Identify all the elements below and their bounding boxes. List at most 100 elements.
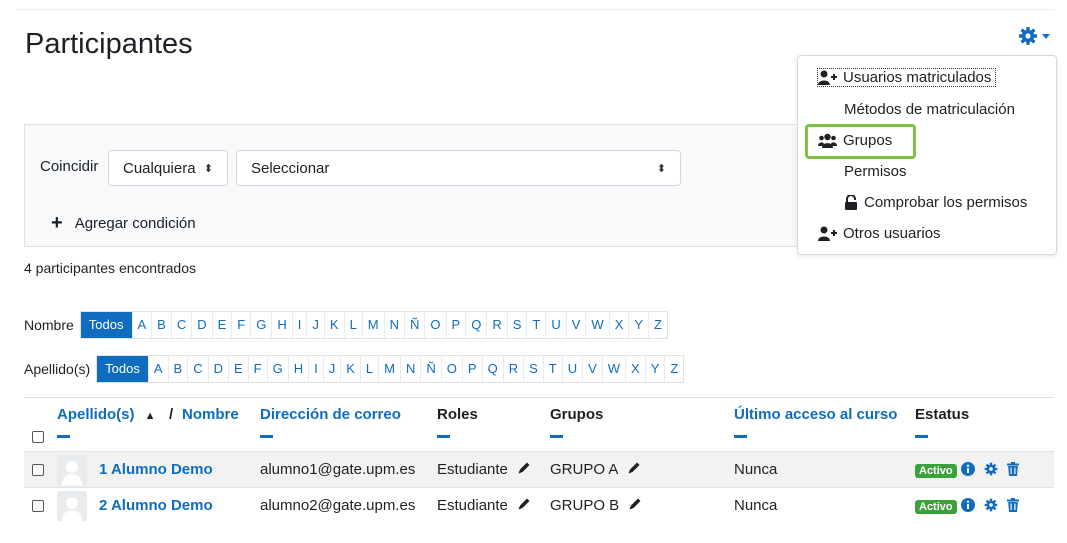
collapse-column-icon[interactable] (57, 435, 70, 438)
last-name-letter-m[interactable]: M (378, 356, 400, 382)
first-name-letter-todos[interactable]: Todos (80, 312, 132, 338)
last-name-letter-ñ[interactable]: Ñ (420, 356, 440, 382)
collapse-column-icon[interactable] (550, 435, 563, 438)
first-name-letter-k[interactable]: K (323, 312, 344, 338)
header-sort-email[interactable]: Dirección de correo (260, 406, 401, 438)
collapse-column-icon[interactable] (260, 435, 273, 438)
menu-item-comprobar-permisos[interactable]: Comprobar los permisos (844, 194, 1027, 211)
last-name-letter-e[interactable]: E (227, 356, 248, 382)
first-name-letter-v[interactable]: V (565, 312, 586, 338)
header-sort-last-access[interactable]: Último acceso al curso (734, 406, 897, 438)
first-name-letter-m[interactable]: M (361, 312, 384, 338)
first-name-letter-e[interactable]: E (211, 312, 232, 338)
first-name-letter-f[interactable]: F (231, 312, 250, 338)
last-name-letter-q[interactable]: Q (481, 356, 503, 382)
last-name-letter-j[interactable]: J (322, 356, 341, 382)
participant-name-link[interactable]: 1 Alumno Demo (99, 461, 213, 478)
first-name-letter-q[interactable]: Q (465, 312, 486, 338)
last-name-letter-y[interactable]: Y (644, 356, 665, 382)
last-name-letter-t[interactable]: T (542, 356, 562, 382)
last-name-letter-g[interactable]: G (266, 356, 288, 382)
participant-name-link[interactable]: 2 Alumno Demo (99, 497, 213, 514)
first-name-letter-l[interactable]: L (343, 312, 362, 338)
collapse-column-icon[interactable] (734, 435, 747, 438)
first-name-letter-b[interactable]: B (151, 312, 171, 338)
first-name-letter-j[interactable]: J (306, 312, 324, 338)
first-name-letter-c[interactable]: C (170, 312, 191, 338)
last-name-letter-v[interactable]: V (582, 356, 602, 382)
last-name-letter-r[interactable]: R (502, 356, 523, 382)
cog-icon[interactable] (984, 498, 998, 512)
first-name-letter-y[interactable]: Y (628, 312, 648, 338)
menu-item-usuarios-matriculados[interactable]: Usuarios matriculados (816, 68, 997, 87)
match-select[interactable]: Cualquiera ⬍ (108, 150, 228, 186)
info-icon[interactable] (961, 462, 975, 476)
menu-item-metodos-matriculacion[interactable]: Métodos de matriculación (844, 101, 1015, 118)
cog-icon[interactable] (984, 462, 998, 476)
first-name-letter-x[interactable]: X (608, 312, 629, 338)
edit-roles-pencil-icon[interactable] (517, 461, 531, 475)
last-name-letter-a[interactable]: A (147, 356, 168, 382)
status-badge: Activo (915, 464, 957, 478)
edit-groups-pencil-icon[interactable] (628, 497, 642, 511)
row-checkbox[interactable] (32, 464, 44, 476)
participant-group: GRUPO B (550, 497, 642, 514)
actions-menu-toggle[interactable] (1018, 26, 1050, 46)
first-name-letter-ñ[interactable]: Ñ (404, 312, 424, 338)
last-name-letter-k[interactable]: K (340, 356, 360, 382)
first-name-letter-d[interactable]: D (191, 312, 211, 338)
last-name-letter-h[interactable]: H (287, 356, 308, 382)
header-last-access-label: Último acceso al curso (734, 406, 898, 423)
last-name-letter-f[interactable]: F (247, 356, 267, 382)
header-sort-nombre[interactable]: Nombre (182, 406, 239, 423)
last-name-letter-todos[interactable]: Todos (97, 356, 148, 382)
group-label: GRUPO B (550, 497, 620, 514)
first-name-letter-r[interactable]: R (486, 312, 506, 338)
first-name-letter-p[interactable]: P (445, 312, 466, 338)
header-grupos: Grupos (550, 406, 603, 438)
first-name-letter-w[interactable]: W (585, 312, 608, 338)
menu-item-otros-usuarios[interactable]: Otros usuarios (818, 225, 941, 242)
trash-icon[interactable] (1007, 462, 1019, 476)
last-name-letter-w[interactable]: W (601, 356, 625, 382)
first-name-letter-h[interactable]: H (271, 312, 291, 338)
first-name-letter-i[interactable]: I (291, 312, 307, 338)
add-condition-label: Agregar condición (74, 214, 196, 232)
filter-type-select[interactable]: Seleccionar ⬍ (236, 150, 681, 186)
first-name-letter-n[interactable]: N (383, 312, 404, 338)
add-condition-button[interactable]: + Agregar condición (51, 213, 196, 233)
menu-item-permisos[interactable]: Permisos (844, 163, 907, 180)
first-name-letter-s[interactable]: S (506, 312, 527, 338)
first-name-letter-o[interactable]: O (424, 312, 445, 338)
last-name-letter-z[interactable]: Z (664, 356, 683, 382)
first-name-letter-g[interactable]: G (250, 312, 271, 338)
last-name-letter-u[interactable]: U (561, 356, 582, 382)
first-name-letter-a[interactable]: A (131, 312, 152, 338)
table-row: 2 Alumno Demo alumno2@gate.upm.es Estudi… (24, 487, 1054, 523)
row-checkbox[interactable] (32, 500, 44, 512)
select-all-checkbox[interactable] (32, 431, 44, 443)
edit-roles-pencil-icon[interactable] (517, 497, 531, 511)
first-name-letter-t[interactable]: T (526, 312, 545, 338)
last-name-letter-i[interactable]: I (308, 356, 323, 382)
last-name-initials-label: Apellido(s) (24, 361, 91, 377)
last-name-letter-b[interactable]: B (167, 356, 188, 382)
last-name-letter-s[interactable]: S (523, 356, 543, 382)
edit-groups-pencil-icon[interactable] (627, 461, 641, 475)
collapse-column-icon[interactable] (437, 435, 450, 438)
last-name-letter-p[interactable]: P (461, 356, 482, 382)
collapse-column-icon[interactable] (915, 435, 928, 438)
trash-icon[interactable] (1007, 498, 1019, 512)
last-name-letter-l[interactable]: L (359, 356, 378, 382)
first-name-initials-bar: Nombre Todos A B C D E F G H I J K L M N Ñ O P Q R S T U V W X Y Z (24, 311, 668, 339)
last-name-letter-c[interactable]: C (187, 356, 207, 382)
first-name-letter-z[interactable]: Z (648, 312, 667, 338)
info-icon[interactable] (961, 498, 975, 512)
last-name-letter-n[interactable]: N (399, 356, 420, 382)
last-name-letter-o[interactable]: O (440, 356, 462, 382)
first-name-letter-u[interactable]: U (545, 312, 565, 338)
header-sort-apellido[interactable]: Apellido(s) ▲ (57, 406, 156, 438)
last-name-letter-d[interactable]: D (207, 356, 228, 382)
last-name-letter-x[interactable]: X (625, 356, 645, 382)
header-roles: Roles (437, 406, 478, 438)
